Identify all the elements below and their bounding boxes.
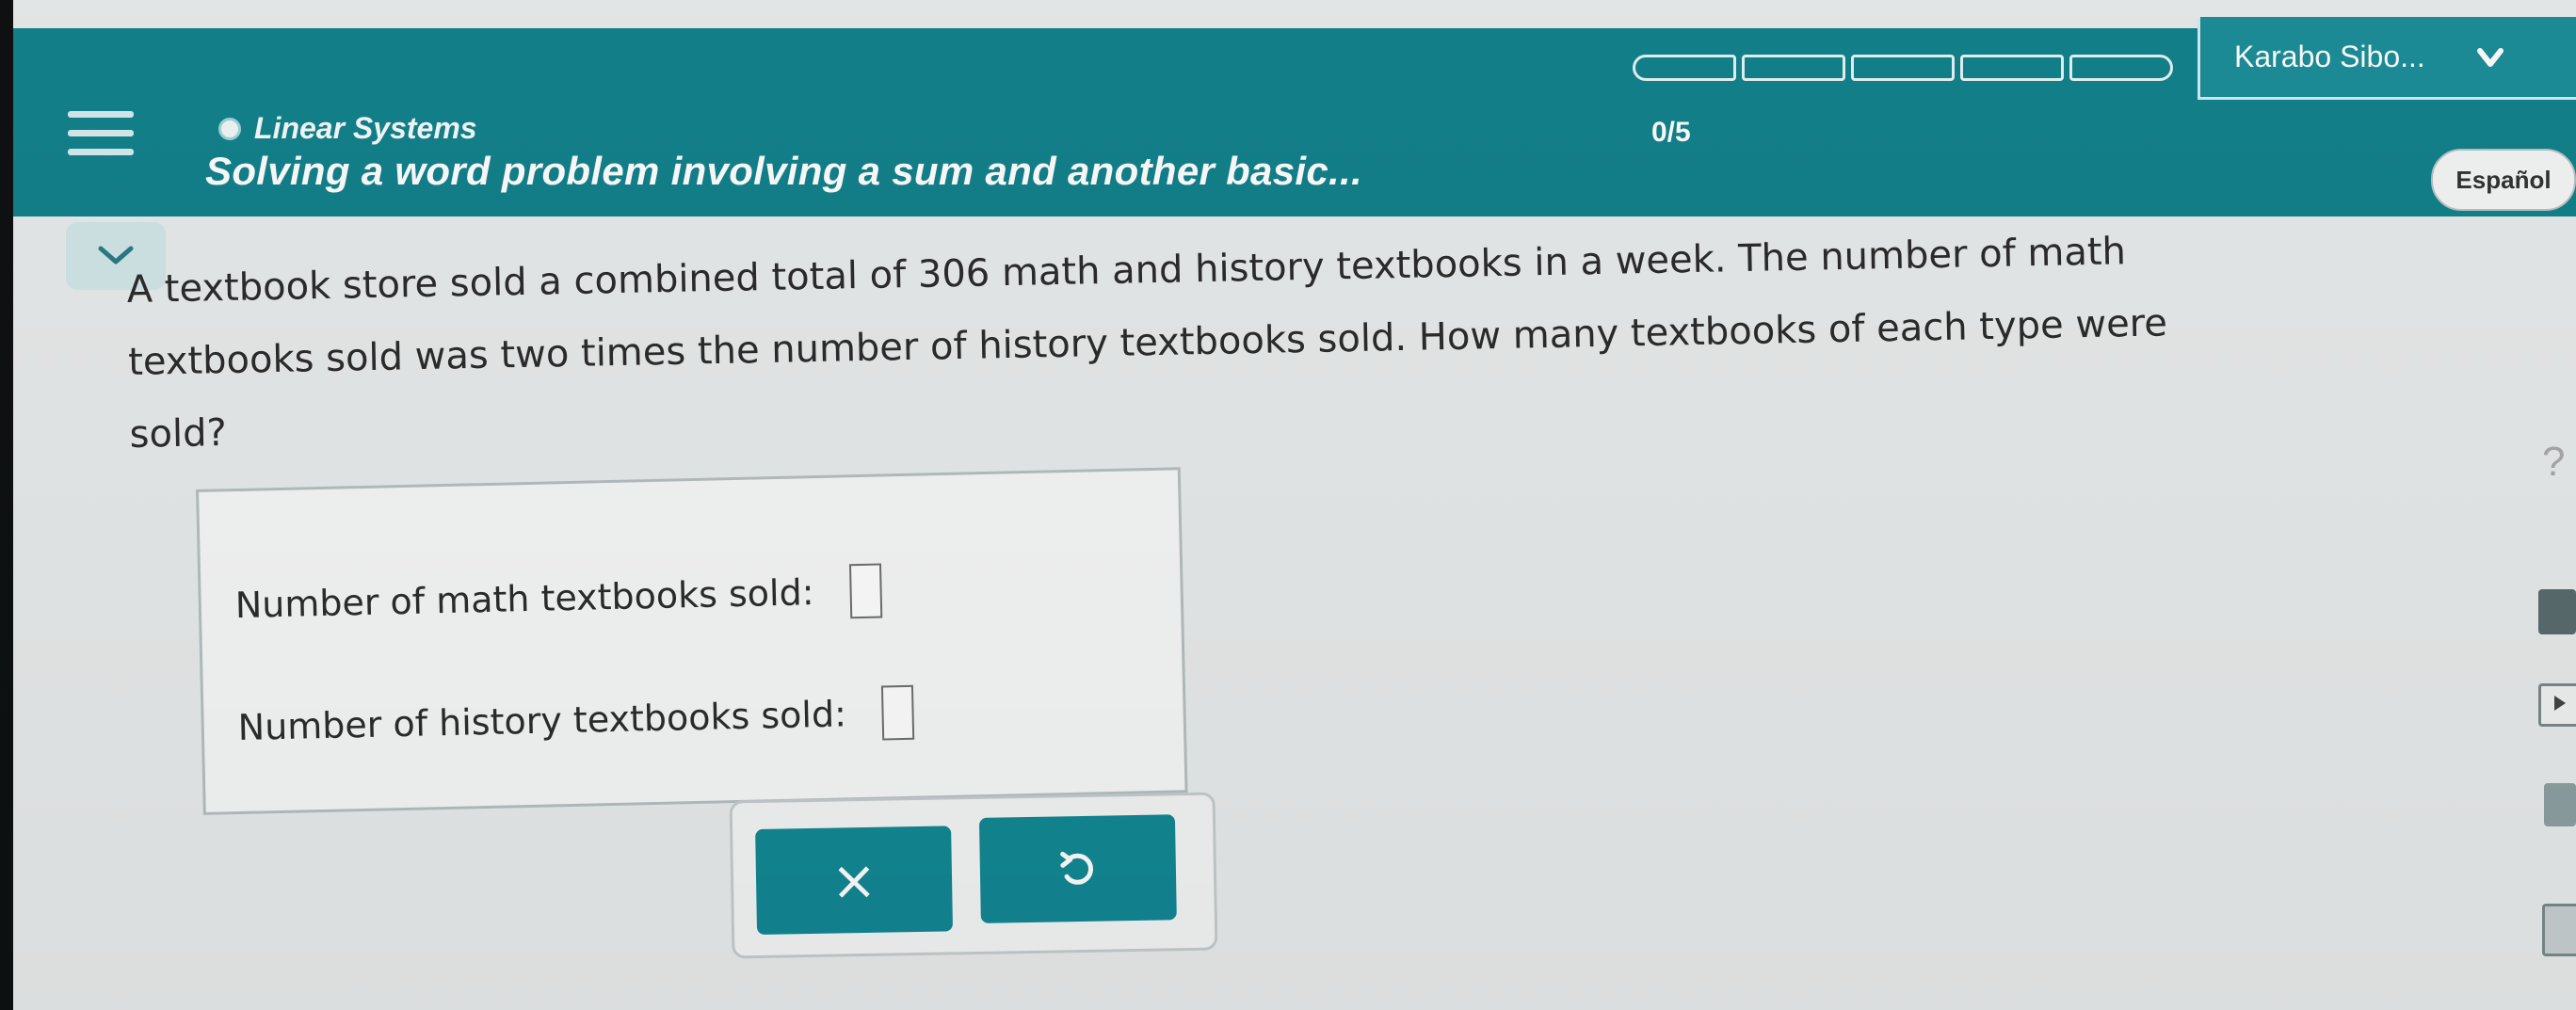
screen-bezel (0, 0, 13, 1010)
history-answer-row: Number of history textbooks sold: (237, 684, 915, 755)
action-panel: × (729, 792, 1218, 959)
video-icon[interactable] (2538, 683, 2576, 727)
history-answer-label: Number of history textbooks sold: (237, 693, 847, 749)
topic-title: Linear Systems (254, 111, 477, 145)
undo-button[interactable] (978, 814, 1177, 923)
undo-icon (1060, 851, 1093, 885)
topic-dot-icon (218, 117, 241, 140)
problem-subtitle: Solving a word problem involving a sum a… (205, 149, 1362, 193)
chevron-down-icon (2476, 47, 2504, 67)
topic-row: Linear Systems (218, 111, 477, 146)
math-answer-label: Number of math textbooks sold: (234, 571, 814, 627)
progress-segment (1633, 55, 1736, 81)
clear-button[interactable]: × (755, 826, 954, 936)
user-name: Karabo Sibo... (2234, 40, 2425, 73)
progress-segment (1851, 55, 1955, 81)
progress-segment (1742, 55, 1845, 81)
calculator-icon[interactable] (2538, 589, 2576, 634)
math-answer-row: Number of math textbooks sold: (234, 563, 883, 633)
progress-segment (2069, 55, 2173, 81)
progress-segment (1960, 55, 2064, 81)
user-menu[interactable]: Karabo Sibo... (2198, 17, 2576, 100)
progress-count: 0/5 (1651, 117, 1691, 148)
document-icon[interactable] (2542, 904, 2576, 956)
top-header: Linear Systems Solving a word problem in… (13, 28, 2576, 216)
help-icon[interactable]: ? (2542, 439, 2565, 486)
menu-icon[interactable] (68, 111, 134, 160)
history-answer-input[interactable] (881, 684, 915, 741)
language-button[interactable]: Español (2431, 149, 2576, 211)
problem-statement: A textbook store sold a combined total o… (126, 210, 2446, 472)
progress-bar (1633, 55, 2173, 81)
table-icon[interactable] (2544, 783, 2576, 826)
math-answer-input[interactable] (848, 563, 883, 619)
answer-box: Number of math textbooks sold: Number of… (196, 467, 1188, 815)
